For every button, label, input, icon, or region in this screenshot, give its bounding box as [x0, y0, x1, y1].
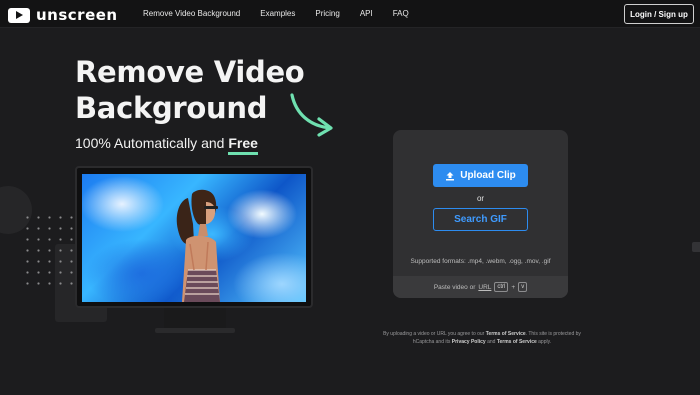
- dot-grid-decoration: [22, 212, 82, 290]
- paste-prefix-text: Paste video or: [433, 283, 476, 291]
- login-signup-button[interactable]: Login / Sign up: [624, 4, 694, 24]
- side-tab-decoration: [692, 242, 700, 252]
- free-highlight: Free: [228, 135, 258, 155]
- or-separator: or: [476, 194, 485, 203]
- paste-url-bar[interactable]: Paste video or URL ctrl + v: [393, 276, 568, 298]
- upload-card: Upload Clip or Search GIF Supported form…: [393, 130, 568, 298]
- upload-clip-label: Upload Clip: [460, 170, 516, 181]
- nav-pricing[interactable]: Pricing: [315, 9, 339, 18]
- subtitle-text: 100% Automatically and: [75, 135, 225, 151]
- terms-of-service-link[interactable]: Terms of Service: [486, 331, 526, 337]
- legal-text-3: and: [487, 339, 496, 345]
- title-line-1: Remove Video: [75, 55, 305, 89]
- page-title: Remove Video Background: [75, 54, 305, 126]
- ctrl-key: ctrl: [494, 282, 509, 292]
- upload-icon: [446, 171, 455, 180]
- terms-of-service-link-2[interactable]: Terms of Service: [497, 339, 537, 345]
- logo[interactable]: unscreen: [8, 6, 118, 24]
- nav-remove-video-background[interactable]: Remove Video Background: [143, 9, 240, 18]
- v-key: v: [518, 282, 528, 292]
- paste-url-link[interactable]: URL: [478, 284, 491, 291]
- legal-notice: By uploading a video or URL you agree to…: [382, 330, 582, 346]
- logo-text: unscreen: [36, 6, 118, 24]
- hero-subtitle: 100% Automatically and Free: [75, 135, 258, 155]
- supported-formats-text: Supported formats: .mp4, .webm, .ogg, .m…: [410, 258, 551, 265]
- monitor-stand: [164, 308, 226, 328]
- play-logo-icon: [8, 7, 30, 23]
- demo-monitor: [75, 166, 313, 308]
- search-gif-button[interactable]: Search GIF: [433, 208, 528, 231]
- plus-sign: +: [511, 283, 516, 291]
- curved-arrow-icon: [290, 93, 333, 137]
- legal-text-1: By uploading a video or URL you agree to…: [383, 331, 485, 337]
- upload-clip-button[interactable]: Upload Clip: [433, 164, 528, 187]
- demo-video-preview[interactable]: [82, 174, 306, 302]
- nav-links: Remove Video Background Examples Pricing…: [143, 9, 409, 18]
- woman-figure-image: [176, 189, 220, 302]
- monitor-base: [155, 328, 235, 333]
- nav-api[interactable]: API: [360, 9, 373, 18]
- legal-text-4: apply.: [538, 339, 552, 345]
- top-navbar: unscreen Remove Video Background Example…: [0, 0, 700, 28]
- nav-faq[interactable]: FAQ: [393, 9, 409, 18]
- privacy-policy-link[interactable]: Privacy Policy: [452, 339, 486, 345]
- nav-examples[interactable]: Examples: [260, 9, 295, 18]
- title-line-2: Background: [75, 91, 268, 125]
